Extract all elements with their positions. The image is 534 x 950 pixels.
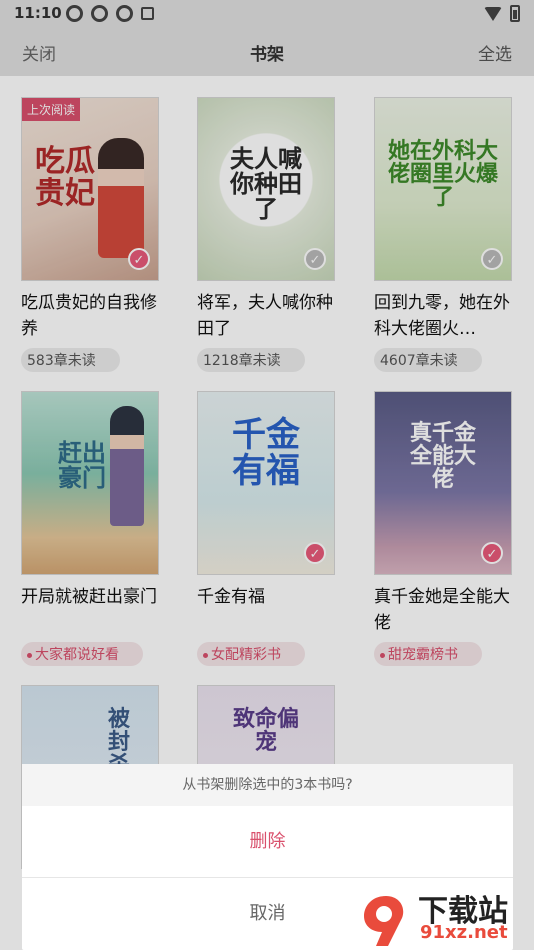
dialog-message: 从书架删除选中的3本书吗? <box>22 764 513 806</box>
watermark-logo-icon <box>364 896 404 946</box>
delete-button[interactable]: 删除 <box>22 806 513 878</box>
site-watermark: 下载站 91xz.net <box>358 886 530 948</box>
watermark-url: 91xz.net <box>420 922 508 943</box>
